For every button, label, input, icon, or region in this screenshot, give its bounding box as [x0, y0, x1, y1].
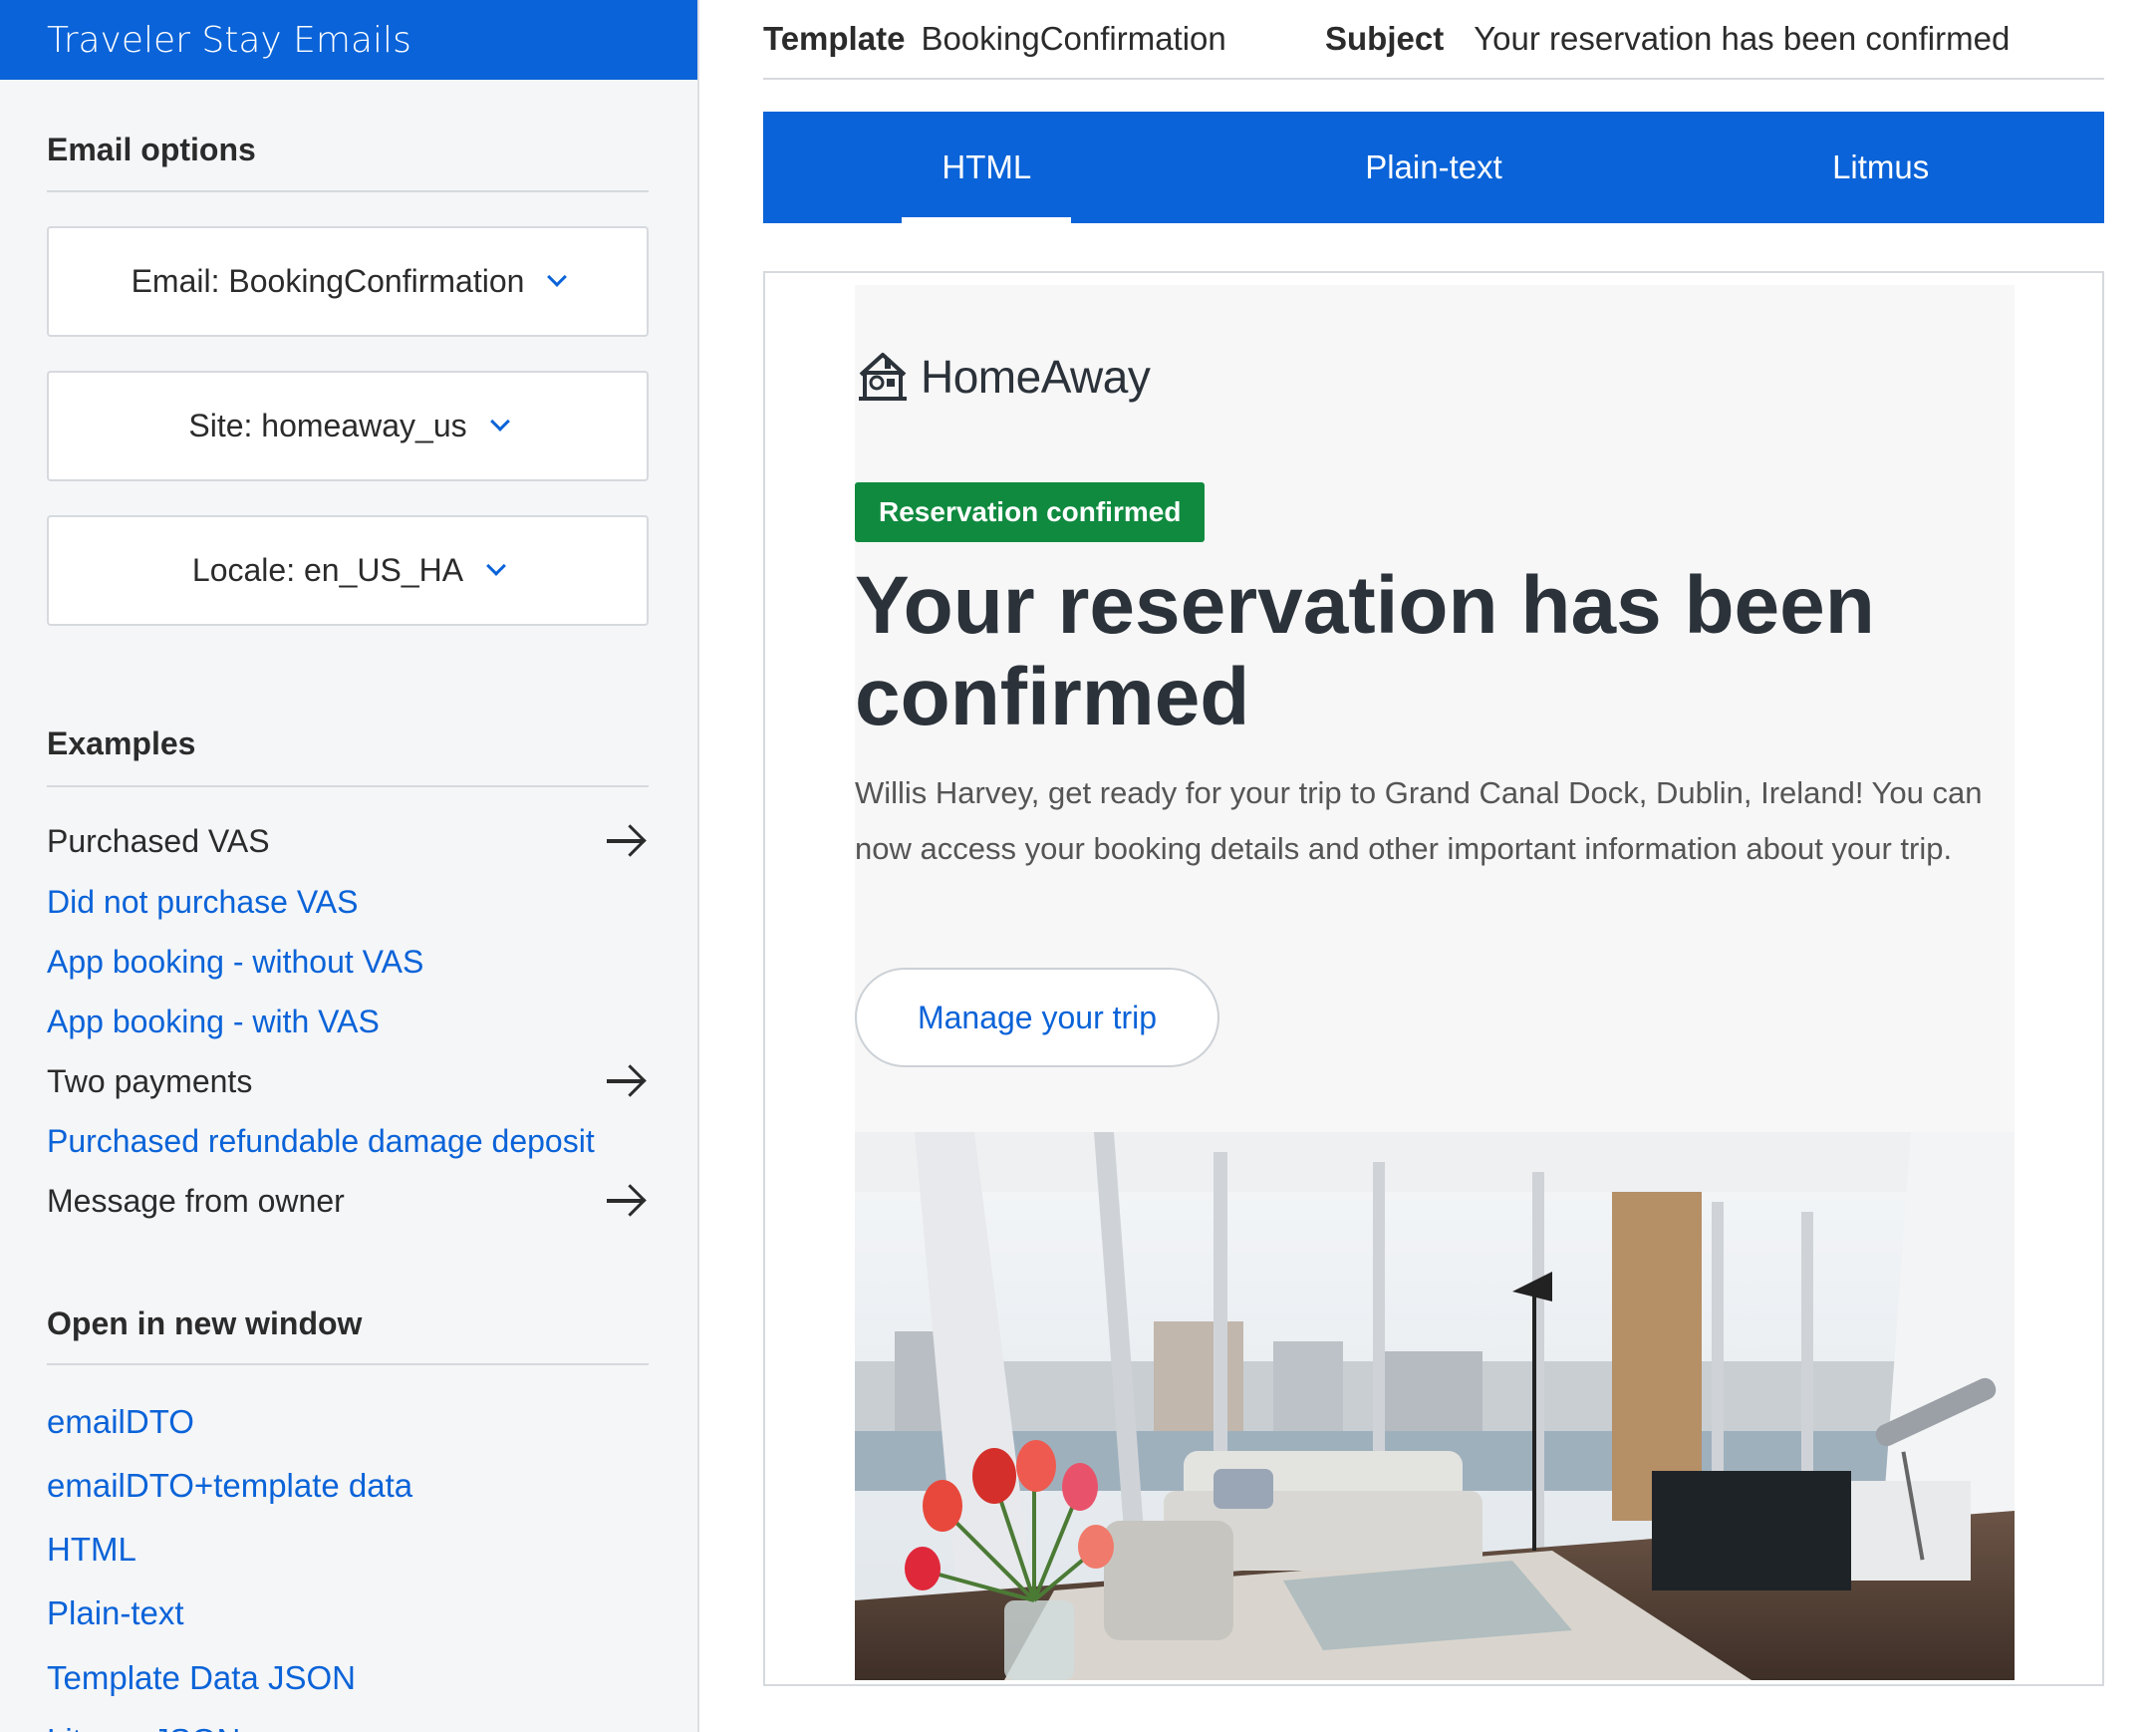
brand-logo: HomeAway — [855, 349, 1151, 405]
app-title: Traveler Stay Emails — [0, 0, 697, 80]
divider — [47, 190, 649, 192]
divider — [47, 785, 649, 787]
link-litmus-json[interactable]: Litmus JSON — [47, 1722, 240, 1732]
example-label: Message from owner — [47, 1182, 345, 1219]
subject-value: Your reservation has been confirmed — [1474, 20, 2011, 57]
example-app-booking-with-vas[interactable]: App booking - with VAS — [47, 997, 649, 1046]
status-badge: Reservation confirmed — [855, 482, 1206, 542]
email-select-label: Email: BookingConfirmation — [131, 263, 525, 299]
example-label: Did not purchase VAS — [47, 883, 359, 920]
link-template-data-json[interactable]: Template Data JSON — [47, 1659, 356, 1697]
template-meta: Template BookingConfirmation — [763, 20, 1226, 58]
example-label: Two payments — [47, 1062, 253, 1099]
arrow-right-icon — [607, 1079, 643, 1083]
chevron-down-icon — [547, 266, 568, 287]
arrow-right-icon — [607, 1199, 643, 1203]
property-photo-image — [855, 1132, 2015, 1680]
site-select[interactable]: Site: homeaway_us — [47, 371, 649, 481]
tab-html[interactable]: HTML — [763, 112, 1211, 223]
example-purchased-vas[interactable]: Purchased VAS — [47, 816, 649, 866]
example-app-booking-without-vas[interactable]: App booking - without VAS — [47, 937, 649, 987]
link-email-dto[interactable]: emailDTO — [47, 1403, 194, 1441]
manage-trip-button[interactable]: Manage your trip — [855, 968, 1219, 1067]
example-message-from-owner[interactable]: Message from owner — [47, 1176, 649, 1226]
link-html[interactable]: HTML — [47, 1531, 136, 1569]
email-headline: Your reservation has been confirmed — [855, 560, 1875, 742]
link-email-dto-template-data[interactable]: emailDTO+template data — [47, 1467, 412, 1505]
example-label: Purchased VAS — [47, 822, 270, 859]
email-preview: HomeAway Reservation confirmed Your rese… — [763, 271, 2104, 1686]
example-refundable-damage-deposit[interactable]: Purchased refundable damage deposit — [47, 1116, 649, 1166]
arrow-right-icon — [607, 839, 643, 843]
property-photo — [855, 1132, 2015, 1680]
example-label: Purchased refundable damage deposit — [47, 1122, 595, 1159]
tab-plain-text[interactable]: Plain-text — [1211, 112, 1658, 223]
tab-litmus[interactable]: Litmus — [1657, 112, 2104, 223]
email-select[interactable]: Email: BookingConfirmation — [47, 226, 649, 337]
open-in-new-window-heading: Open in new window — [47, 1305, 363, 1341]
example-two-payments[interactable]: Two payments — [47, 1056, 649, 1106]
homeaway-house-icon — [859, 353, 907, 401]
template-value: BookingConfirmation — [921, 20, 1226, 57]
example-label: App booking - with VAS — [47, 1003, 380, 1039]
subject-label: Subject — [1325, 20, 1445, 57]
template-label: Template — [763, 20, 906, 57]
email-body: HomeAway Reservation confirmed Your rese… — [855, 285, 2015, 1680]
chevron-down-icon — [486, 555, 506, 576]
chevron-down-icon — [489, 411, 510, 432]
divider — [763, 78, 2104, 80]
site-select-label: Site: homeaway_us — [188, 408, 467, 443]
locale-select-label: Locale: en_US_HA — [191, 552, 464, 588]
email-body-text: Willis Harvey, get ready for your trip t… — [855, 775, 1983, 866]
example-did-not-purchase-vas[interactable]: Did not purchase VAS — [47, 877, 649, 927]
subject-meta: Subject Your reservation has been confirm… — [1325, 20, 2010, 58]
sidebar: Traveler Stay Emails Email options Email… — [0, 0, 699, 1732]
locale-select[interactable]: Locale: en_US_HA — [47, 515, 649, 626]
examples-heading: Examples — [47, 725, 196, 761]
example-label: App booking - without VAS — [47, 943, 424, 980]
divider — [47, 1363, 649, 1365]
view-tabs: HTML Plain-text Litmus — [763, 112, 2104, 223]
email-options-heading: Email options — [47, 132, 256, 167]
link-plain-text[interactable]: Plain-text — [47, 1594, 184, 1632]
brand-name: HomeAway — [921, 351, 1151, 403]
